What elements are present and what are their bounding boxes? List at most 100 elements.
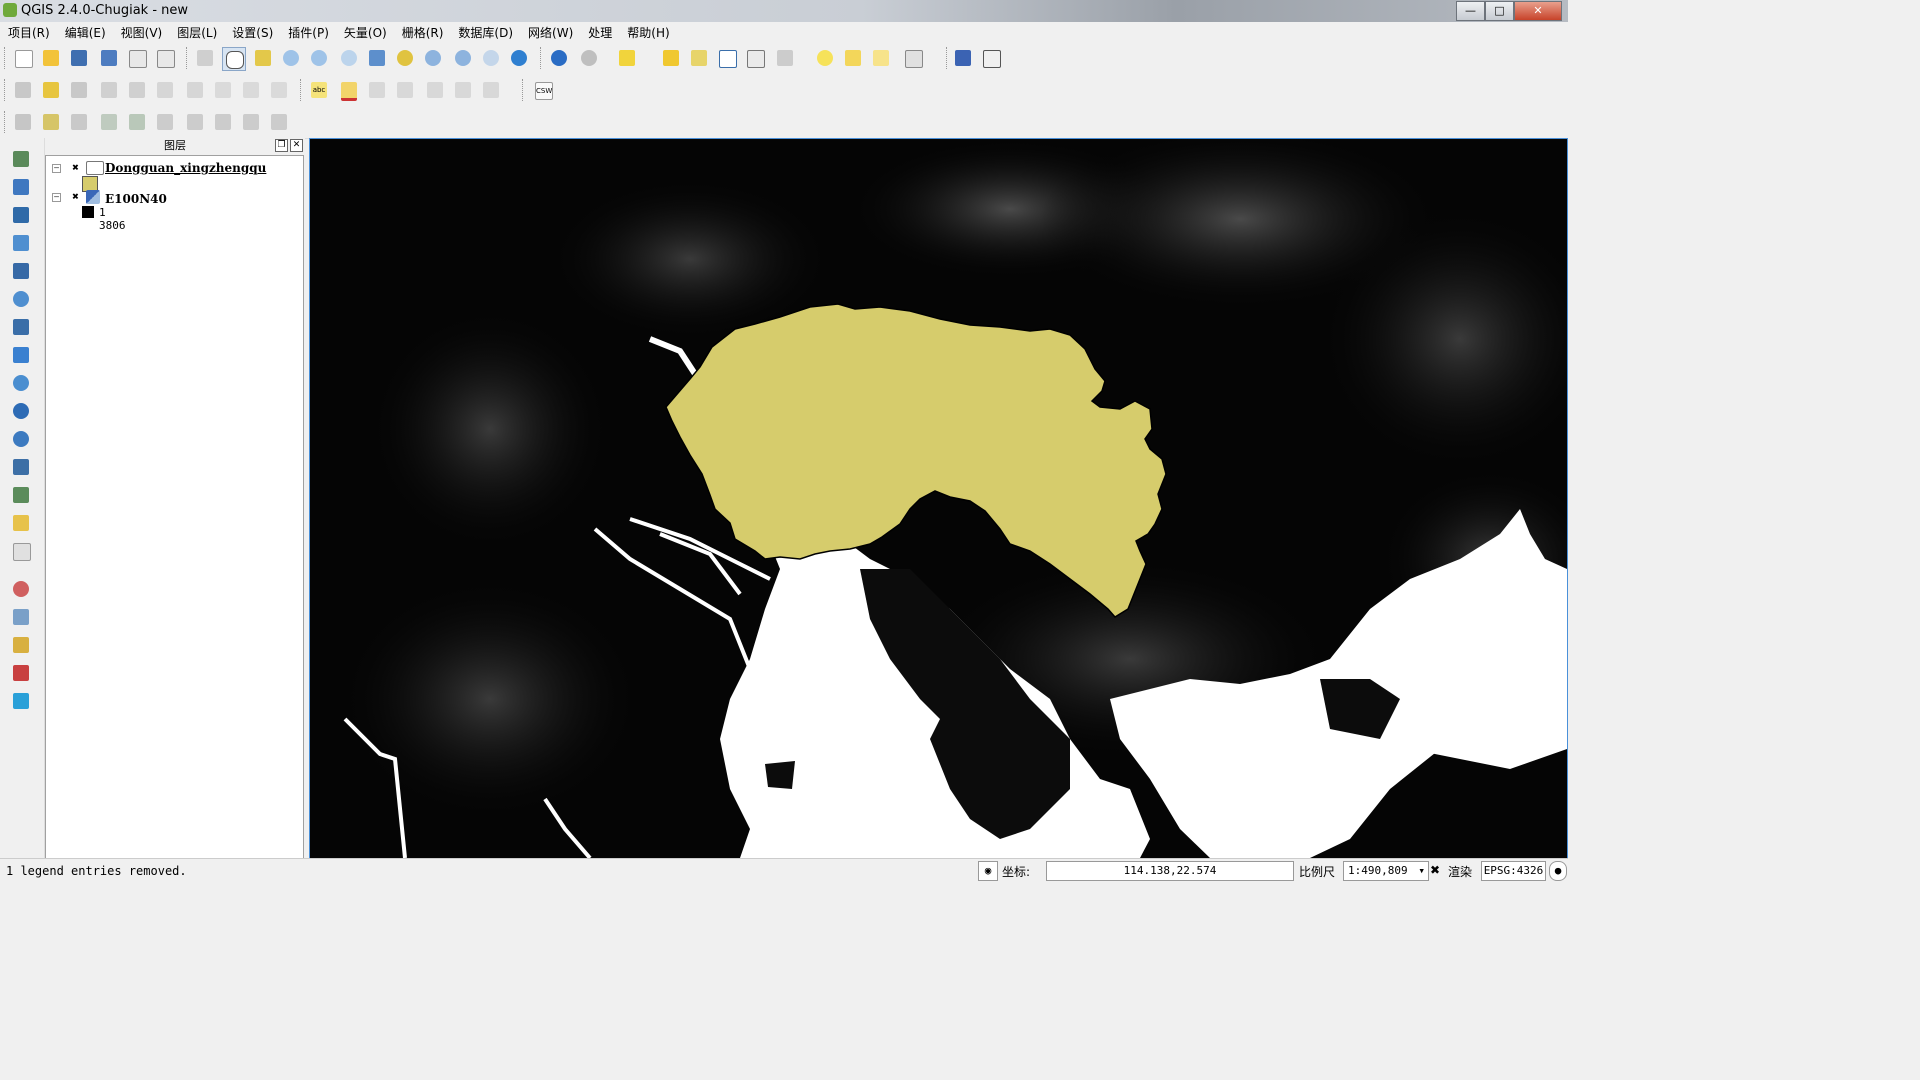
menu-help[interactable]: 帮助(H) — [619, 22, 676, 42]
whats-this-icon[interactable] — [980, 47, 1002, 69]
pan-map-icon[interactable] — [222, 47, 246, 71]
help-contents-icon[interactable] — [952, 47, 974, 69]
new-bookmark-icon[interactable] — [842, 47, 864, 69]
zoom-out-icon[interactable] — [308, 47, 330, 69]
pin-labels-icon[interactable] — [338, 79, 360, 101]
text-annotation-icon[interactable] — [902, 47, 924, 69]
menu-web[interactable]: 网络(W) — [520, 22, 580, 42]
move-label-icon[interactable] — [394, 79, 416, 101]
layer-row-e100n40[interactable]: – ✖ E100N40 — [50, 189, 300, 207]
layer-name[interactable]: Dongguan_xingzhengqu — [105, 161, 266, 175]
identify-features-icon[interactable] — [548, 47, 570, 69]
menu-plugins[interactable]: 插件(P) — [280, 22, 336, 42]
map-render[interactable] — [310, 139, 1567, 858]
layer-labeling-icon[interactable]: abc — [308, 79, 330, 101]
new-spatialite-icon[interactable] — [40, 111, 62, 133]
cut-features-icon[interactable] — [212, 79, 234, 101]
show-hide-labels-icon[interactable] — [366, 79, 388, 101]
zoom-full-icon[interactable] — [366, 47, 388, 69]
attribute-table-icon[interactable] — [716, 47, 738, 69]
menu-view[interactable]: 视图(V) — [113, 22, 170, 42]
change-label-icon[interactable] — [452, 79, 474, 101]
add-mssql-layer-icon[interactable] — [10, 260, 32, 282]
rotate-label-icon[interactable] — [424, 79, 446, 101]
toolbar-grip[interactable] — [946, 47, 950, 69]
maximize-button[interactable]: □ — [1485, 1, 1514, 21]
add-mssql-icon[interactable] — [212, 111, 234, 133]
add-vector-icon[interactable] — [98, 111, 120, 133]
add-raster-layer-icon[interactable] — [10, 176, 32, 198]
layer-visibility-checkbox[interactable]: ✖ — [70, 162, 81, 173]
render-checkbox[interactable]: ✖ — [1430, 863, 1440, 877]
zoom-last-icon[interactable] — [452, 47, 474, 69]
collapse-toggle[interactable]: – — [52, 164, 61, 173]
messages-icon[interactable]: ● — [1549, 861, 1567, 881]
new-print-composer-icon[interactable] — [126, 47, 148, 69]
menu-processing[interactable]: 处理 — [580, 22, 619, 42]
toolbar-grip[interactable] — [300, 79, 304, 101]
add-wfs-layer-icon[interactable] — [10, 400, 32, 422]
topology-checker-icon[interactable] — [10, 662, 32, 684]
select-by-expression-icon[interactable] — [688, 47, 710, 69]
zoom-to-selection-icon[interactable] — [394, 47, 416, 69]
add-postgis-layer-icon[interactable] — [10, 204, 32, 226]
openlayers-icon[interactable] — [10, 690, 32, 712]
chevron-down-icon[interactable]: ▾ — [1418, 862, 1425, 880]
add-oracle-layer-icon[interactable] — [10, 288, 32, 310]
composer-manager-icon[interactable] — [154, 47, 176, 69]
toolbar-grip[interactable] — [186, 47, 190, 69]
map-tips-icon[interactable] — [814, 47, 836, 69]
scale-combobox[interactable]: 1:490,809 ▾ — [1343, 861, 1429, 881]
coordinate-field[interactable]: 114.138,22.574 — [1046, 861, 1294, 881]
zoom-in-icon[interactable] — [280, 47, 302, 69]
crs-status-button[interactable]: EPSG:4326 — [1481, 861, 1546, 881]
georeferencer-icon[interactable] — [10, 634, 32, 656]
panel-close-button[interactable]: ✕ — [290, 139, 303, 152]
save-edits-icon[interactable] — [68, 79, 90, 101]
field-calculator-icon[interactable] — [744, 47, 766, 69]
minimize-button[interactable]: — — [1456, 1, 1485, 21]
move-feature-icon[interactable] — [126, 79, 148, 101]
paste-features-icon[interactable] — [268, 79, 290, 101]
add-db2-layer-icon[interactable] — [10, 316, 32, 338]
label-properties-icon[interactable] — [480, 79, 502, 101]
add-feature-icon[interactable] — [98, 79, 120, 101]
add-wms-layer-icon[interactable] — [10, 344, 32, 366]
toolbar-grip[interactable] — [4, 79, 8, 101]
zoom-native-icon[interactable] — [338, 47, 360, 69]
menu-project[interactable]: 项目(R) — [0, 22, 57, 42]
toolbar-grip[interactable] — [4, 111, 8, 133]
menu-edit[interactable]: 编辑(E) — [57, 22, 113, 42]
delete-selected-icon[interactable] — [184, 79, 206, 101]
add-vector-layer-icon[interactable] — [10, 148, 32, 170]
add-delimited-text-icon[interactable] — [10, 428, 32, 450]
collapse-toggle[interactable]: – — [52, 193, 61, 202]
menu-settings[interactable]: 设置(S) — [224, 22, 280, 42]
zoom-next-icon[interactable] — [480, 47, 502, 69]
menu-vector[interactable]: 矢量(O) — [336, 22, 394, 42]
new-project-icon[interactable] — [12, 47, 34, 69]
add-raster-icon[interactable] — [126, 111, 148, 133]
coordinate-capture-icon[interactable] — [10, 606, 32, 628]
copy-features-icon[interactable] — [240, 79, 262, 101]
add-spatialite-icon[interactable] — [10, 232, 32, 254]
add-db2-icon[interactable] — [268, 111, 290, 133]
add-virtual-layer-icon[interactable] — [10, 456, 32, 478]
toolbar-grip[interactable] — [522, 79, 526, 101]
new-shapefile-icon[interactable] — [12, 111, 34, 133]
add-oracle-icon[interactable] — [240, 111, 262, 133]
toolbar-grip[interactable] — [540, 47, 544, 69]
touch-zoom-icon[interactable] — [194, 47, 216, 69]
menu-raster[interactable]: 栅格(R) — [394, 22, 451, 42]
deselect-all-icon[interactable] — [660, 47, 682, 69]
layer-visibility-checkbox[interactable]: ✖ — [70, 191, 81, 202]
menu-layer[interactable]: 图层(L) — [169, 22, 224, 42]
refresh-icon[interactable] — [508, 47, 530, 69]
gps-tools-icon[interactable] — [10, 578, 32, 600]
menu-database[interactable]: 数据库(D) — [450, 22, 520, 42]
new-gpx-icon[interactable] — [68, 111, 90, 133]
toggle-editing-icon[interactable] — [40, 79, 62, 101]
map-canvas[interactable] — [309, 138, 1568, 859]
coord-toggle-icon[interactable]: ◉ — [978, 861, 998, 881]
remove-layer-icon[interactable] — [10, 540, 32, 562]
